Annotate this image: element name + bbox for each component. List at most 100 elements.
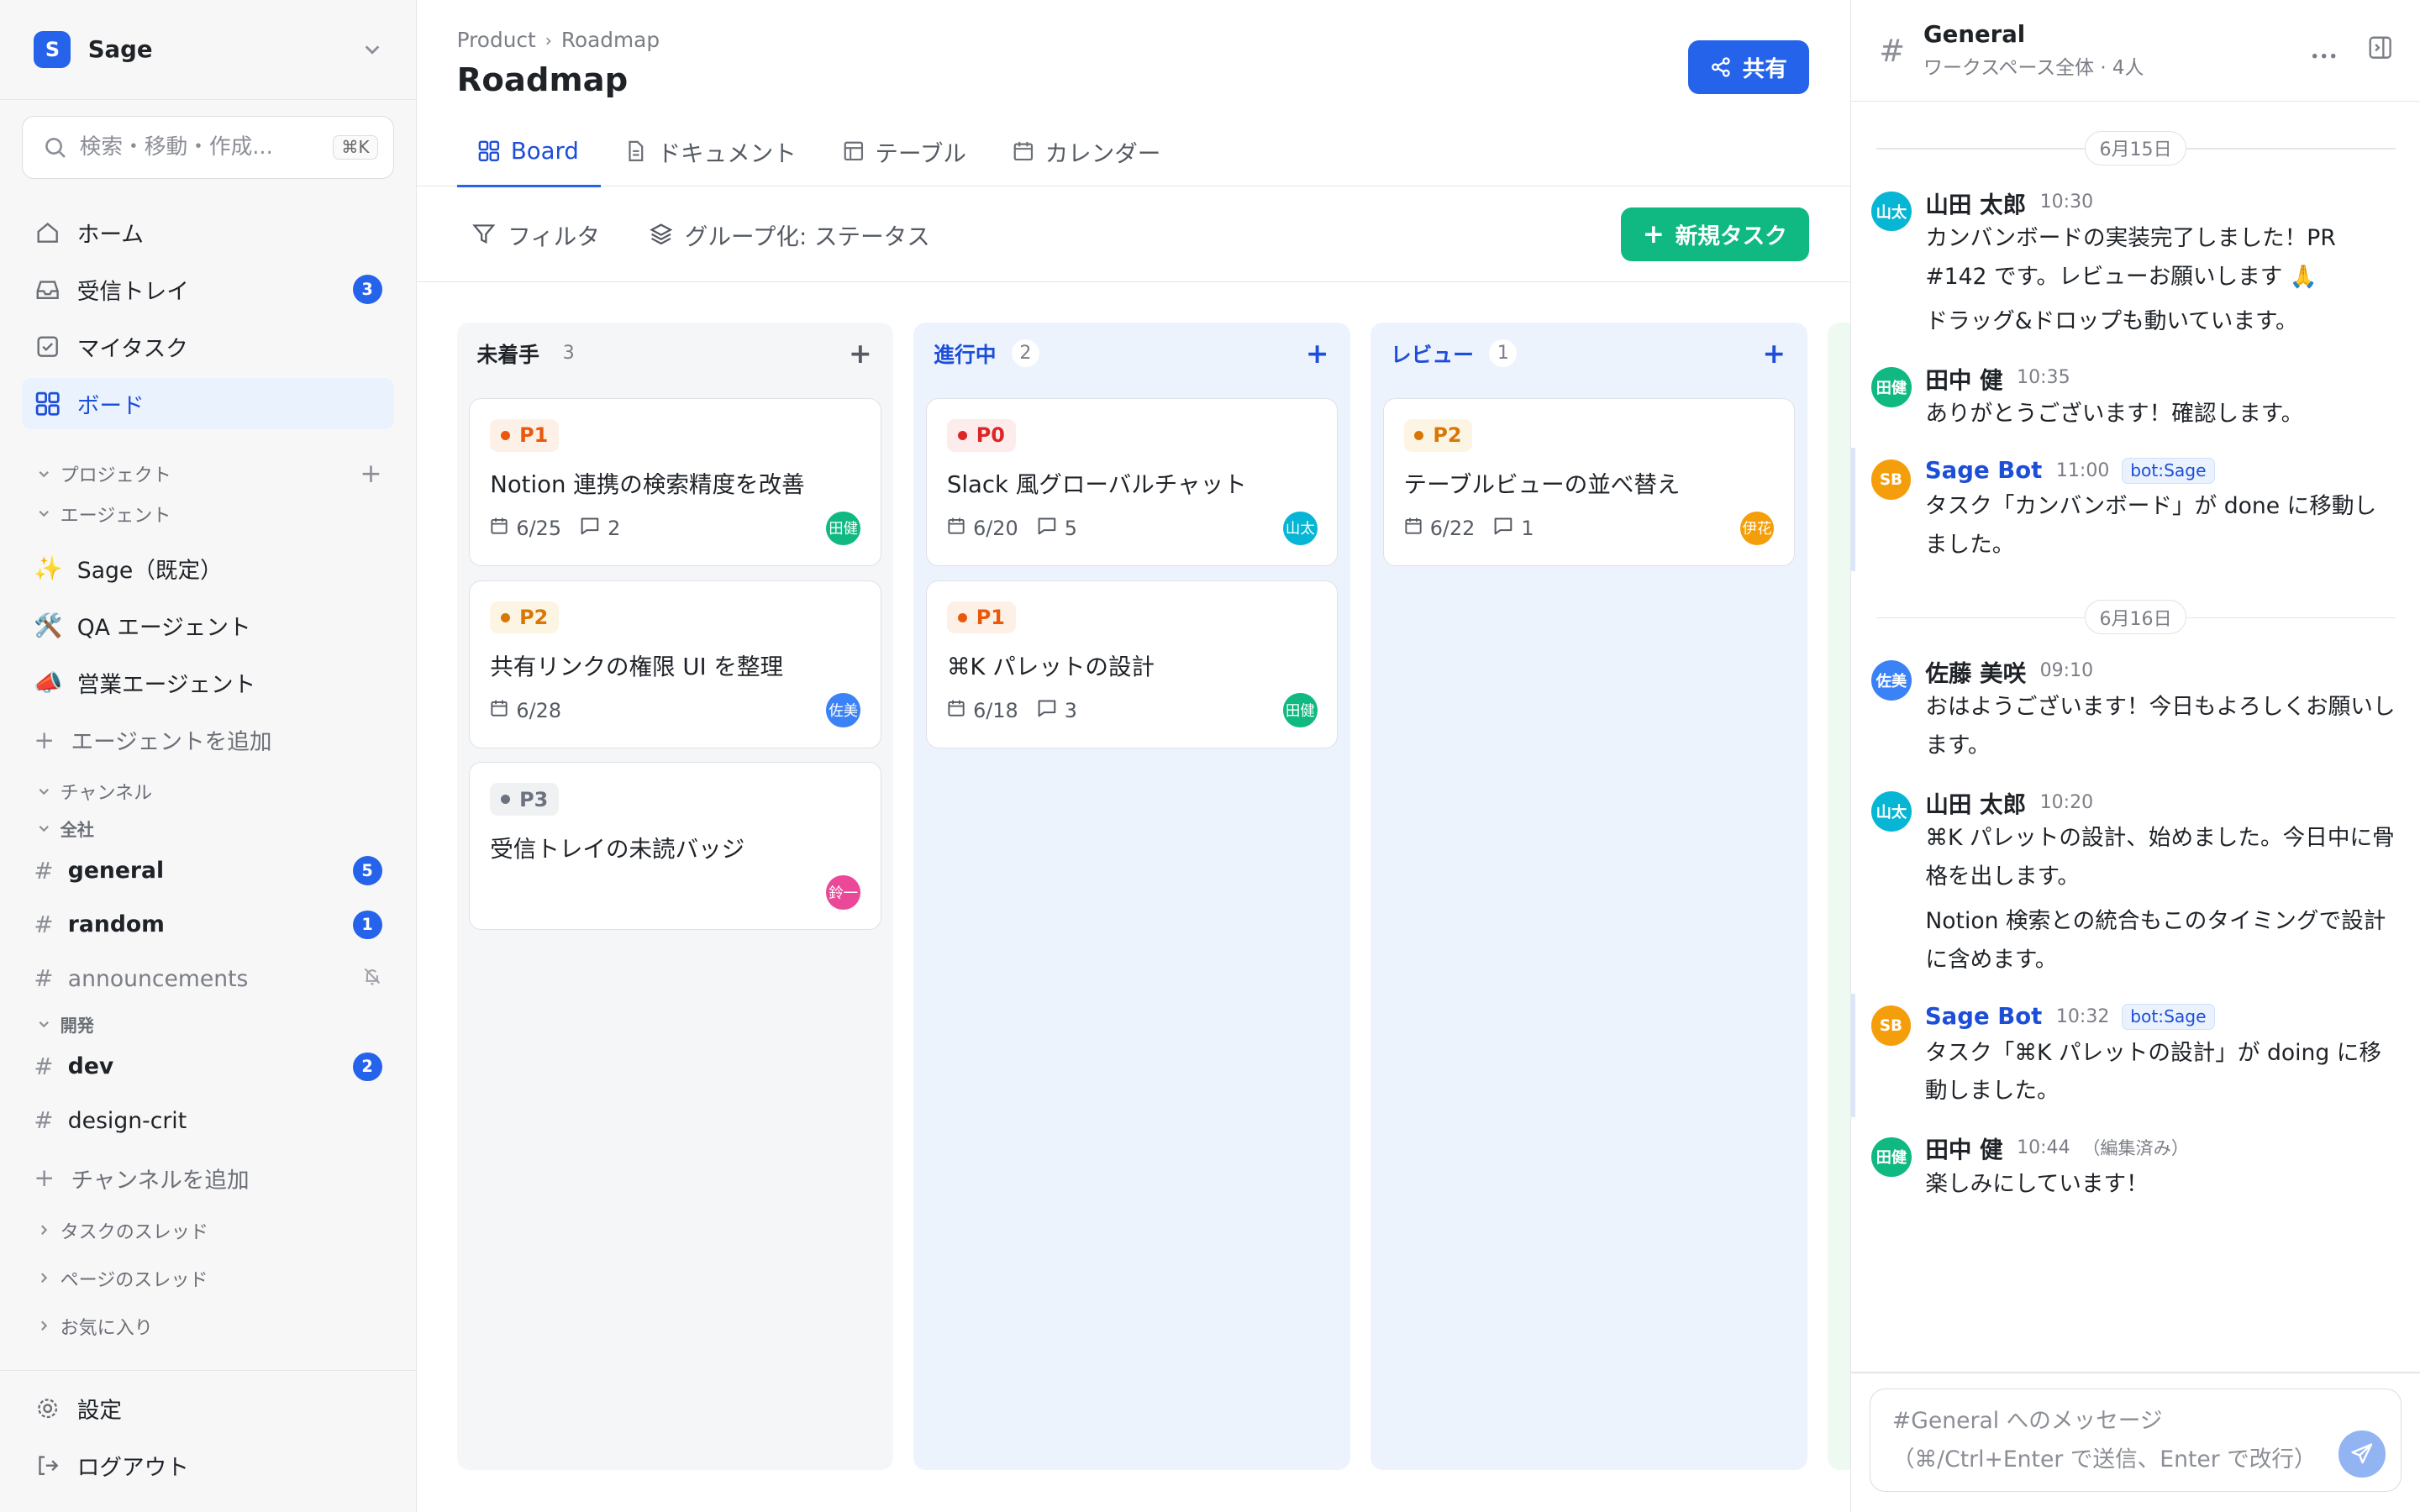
date-label: 6月15日 [2084, 130, 2187, 165]
workspace-name: Sage [87, 35, 153, 63]
timestamp: 11:00 [2055, 459, 2110, 481]
due-date: 6/20 [947, 517, 1018, 540]
sidebar-item-grid[interactable]: ボード [21, 377, 395, 429]
page-header: Product › Roadmap Roadmap 共有 Board ドキュメン… [416, 0, 1851, 188]
message-meta: 山田 太郎 10:20 [1925, 785, 2398, 819]
message-list[interactable]: 6月15日 山太 山田 太郎 10:30 カンバンボードの実装完了しました！PR #14… [1851, 102, 2420, 1373]
channel-item[interactable]: # random 1 [22, 900, 395, 951]
filter-button[interactable]: フィルタ [472, 218, 600, 251]
agent-item[interactable]: 🛠️ QA エージェント [22, 600, 395, 651]
message-input[interactable] [1891, 1401, 2340, 1479]
calendar-icon [490, 699, 516, 722]
agent-icon: ✨ [34, 555, 63, 583]
section-projects[interactable]: プロジェクト + [0, 454, 416, 494]
priority-label: P2 [1433, 423, 1462, 448]
channel-item[interactable]: # design-crit [22, 1095, 395, 1147]
task-card[interactable]: P1 Notion 連携の検索精度を改善 6/25 2 田健 [469, 397, 881, 567]
chevron-down-icon [39, 788, 50, 795]
author-name[interactable]: 田中 健 [1925, 361, 2002, 395]
search-icon [45, 137, 66, 158]
section-agents[interactable]: エージェント [0, 494, 416, 534]
section-label: チャンネル [60, 783, 153, 805]
breadcrumb-item[interactable]: Roadmap [561, 28, 660, 52]
add-card-icon[interactable]: + [1762, 337, 1786, 370]
section-channels[interactable]: チャンネル [0, 771, 416, 811]
agent-item[interactable]: ✨ Sage（既定） [22, 543, 395, 594]
task-card[interactable]: P3 受信トレイの未読バッジ 鈴一 [469, 762, 881, 931]
sidebar-item-checkbox[interactable]: マイタスク [22, 321, 395, 372]
shortcut-hint: ⌘K [333, 134, 378, 160]
author-name[interactable]: 山田 太郎 [1925, 785, 2026, 819]
hash-icon: # [34, 857, 54, 885]
add-card-icon[interactable]: + [1306, 337, 1329, 370]
author-name[interactable]: 佐藤 美咲 [1925, 654, 2026, 688]
add-project-icon[interactable]: + [360, 459, 381, 489]
add-card-icon[interactable]: + [849, 337, 872, 370]
bot-tag: bot:Sage [2122, 457, 2215, 484]
settings-button[interactable]: 設定 [22, 1383, 395, 1435]
task-card[interactable]: P2 共有リンクの権限 UI を整理 6/28 佐美 [469, 580, 881, 748]
priority-dot [501, 430, 511, 440]
agent-list: ✨ Sage（既定） 🛠️ QA エージェント 📣 営業エージェント [0, 543, 416, 708]
agent-item[interactable]: 📣 営業エージェント [22, 657, 395, 708]
panel-toggle-icon[interactable] [2368, 35, 2392, 66]
tab-calendar[interactable]: カレンダー [991, 118, 1182, 187]
channel-item[interactable]: # dev 2 [22, 1042, 395, 1093]
sidebar-item-home[interactable]: ホーム [22, 207, 395, 258]
chat-message: SB Sage Bot 11:00 bot:Sage タスク「カンバンボード」が don… [1851, 447, 2420, 571]
group-by-button[interactable]: グループ化: ステータス [649, 218, 930, 251]
send-button[interactable] [2338, 1431, 2386, 1478]
author-name[interactable]: Sage Bot [1925, 1003, 2043, 1030]
author-name[interactable]: 山田 太郎 [1925, 186, 2026, 219]
send-icon [2351, 1443, 2373, 1464]
breadcrumb-item[interactable]: Product [457, 28, 536, 52]
section-task-threads[interactable]: タスクのスレッド [0, 1206, 416, 1254]
main-nav: ホーム受信トレイ 3 マイタスク ボード [0, 207, 416, 429]
plus-icon: + [1642, 218, 1665, 249]
message-composer[interactable] [1870, 1389, 2402, 1493]
channel-item[interactable]: # general 5 [22, 845, 395, 896]
workspace-switcher[interactable]: S Sage [0, 0, 416, 99]
comment-count-text: 3 [1064, 698, 1077, 722]
priority-label: P1 [976, 606, 1005, 630]
channel-group-company[interactable]: 全社 [0, 811, 416, 845]
task-card[interactable]: P0 Slack 風グローバルチャット 6/20 5 山太 [926, 397, 1339, 567]
sidebar-item-inbox[interactable]: 受信トレイ 3 [22, 264, 395, 315]
author-name[interactable]: 田中 健 [1925, 1131, 2002, 1164]
author-name[interactable]: Sage Bot [1925, 457, 2043, 484]
add-agent-button[interactable]: + エージェントを追加 [22, 714, 395, 765]
add-channel-button[interactable]: + チャンネルを追加 [22, 1152, 395, 1204]
section-page-threads[interactable]: ページのスレッド [0, 1254, 416, 1302]
page-title: Roadmap [456, 61, 629, 100]
task-card[interactable]: P1 ⌘K パレットの設計 6/18 3 田健 [926, 580, 1339, 748]
section-label: プロジェクト [60, 465, 171, 486]
agent-label: 営業エージェント [76, 672, 256, 699]
avatar: 佐美 [1871, 660, 1912, 701]
new-task-label: 新規タスク [1675, 223, 1787, 250]
tab-board[interactable]: Board [456, 118, 601, 188]
search-box[interactable]: ⌘K [21, 115, 395, 180]
due-date: 6/22 [1404, 517, 1475, 540]
task-card[interactable]: P2 テーブルビューの並べ替え 6/22 1 伊花 [1382, 397, 1796, 567]
date-label: 6月16日 [2084, 599, 2187, 635]
comment-icon [580, 517, 608, 540]
add-channel-label: チャンネルを追加 [71, 1167, 250, 1194]
tab-table[interactable]: テーブル [821, 118, 988, 187]
channel-item[interactable]: # announcements [22, 953, 395, 1005]
channel-group-dev[interactable]: 開発 [0, 1007, 416, 1041]
more-icon[interactable] [2312, 36, 2336, 65]
new-task-button[interactable]: + 新規タスク [1621, 207, 1809, 261]
gear-icon [34, 1394, 61, 1422]
settings-label: 設定 [76, 1398, 123, 1425]
search-input[interactable] [79, 134, 334, 160]
bell-off-icon [362, 966, 382, 992]
tab-document[interactable]: ドキュメント [603, 118, 818, 187]
share-button[interactable]: 共有 [1688, 39, 1809, 95]
chat-panel: # General ワークスペース全体 · 4人 6月15日 山太 山田 太郎 10:… [1850, 0, 2420, 1512]
card-title: 受信トレイの未読バッジ [490, 835, 745, 863]
board-column-partial [1827, 322, 1851, 1471]
comment-count: 2 [580, 517, 620, 540]
section-favorites[interactable]: お気に入り [0, 1302, 416, 1350]
logout-button[interactable]: ログアウト [22, 1441, 395, 1492]
comment-count-text: 5 [1064, 517, 1077, 541]
